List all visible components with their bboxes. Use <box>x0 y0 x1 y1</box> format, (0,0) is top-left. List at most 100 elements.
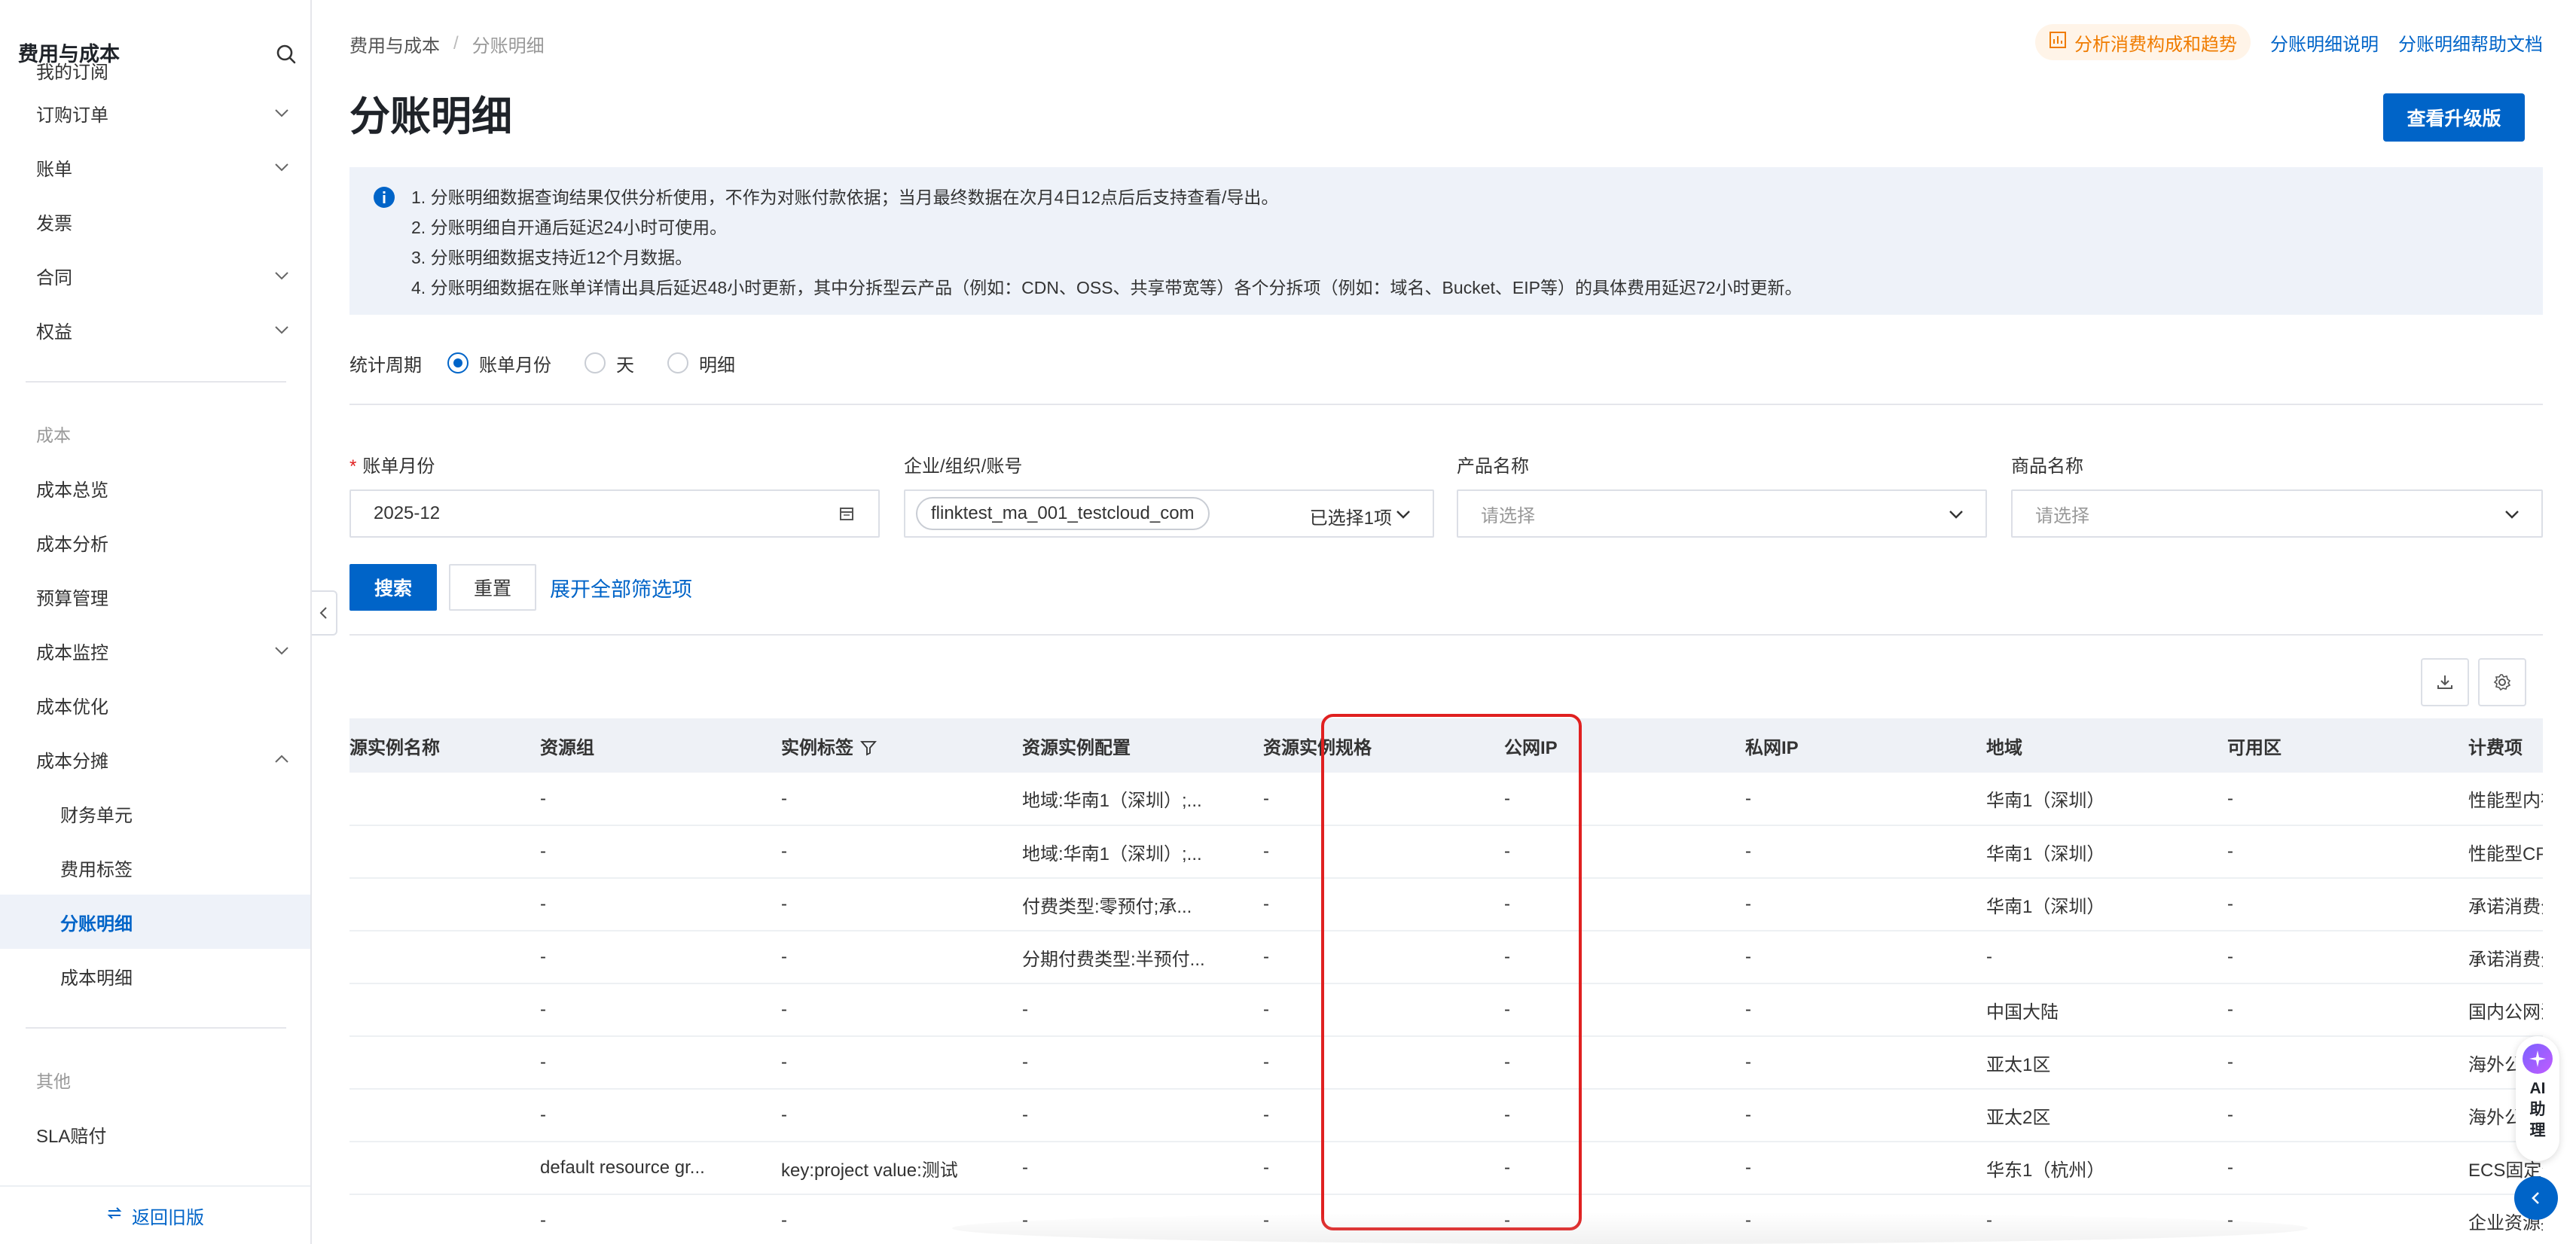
column-header: 资源组 <box>519 718 760 773</box>
explain-link[interactable]: 分账明细说明 <box>2270 29 2379 56</box>
analyze-trend-label: 分析消费构成和趋势 <box>2074 34 2237 55</box>
table-cell: - <box>1242 1089 1483 1142</box>
required-mark: * <box>349 456 357 477</box>
expand-filters-link[interactable]: 展开全部筛选项 <box>550 573 692 602</box>
product-placeholder: 请选择 <box>1481 505 1535 526</box>
table-cell: - <box>1724 878 1965 931</box>
month-picker[interactable]: 2025-12 <box>349 489 880 538</box>
sidebar-item-label: 预算管理 <box>36 588 108 609</box>
sidebar-item-cost-tag[interactable]: 费用标签 <box>0 840 310 895</box>
table-cell: - <box>760 878 1001 931</box>
return-old-version-button[interactable]: 返回旧版 <box>0 1185 310 1244</box>
radio-day[interactable]: 天 <box>584 350 634 377</box>
table-cell: - <box>1965 931 2206 984</box>
table-cell: - <box>1242 1142 1483 1195</box>
chevron-down-icon <box>273 104 291 122</box>
sidebar-item-cost-monitor[interactable]: 成本监控 <box>0 624 310 678</box>
radio-month[interactable]: 账单月份 <box>447 350 551 377</box>
gear-icon <box>2493 674 2511 691</box>
sidebar-item-split-detail[interactable]: 分账明细 <box>0 895 310 949</box>
table-row[interactable]: --付费类型:零预付;承...---华南1（深圳）-承诺消费分 <box>349 878 2543 931</box>
sidebar-item-label: 财务单元 <box>60 805 133 826</box>
month-value: 2025-12 <box>374 503 441 523</box>
column-header: 源实例名称 <box>349 718 519 773</box>
table-cell: - <box>1242 825 1483 879</box>
sidebar-item-finance-unit[interactable]: 财务单元 <box>0 786 310 840</box>
commodity-select[interactable]: 请选择 <box>2011 489 2543 538</box>
sidebar-item-sla[interactable]: SLA赔付 <box>0 1107 310 1161</box>
sidebar-item-cost-optimize[interactable]: 成本优化 <box>0 678 310 732</box>
table-cell <box>349 983 519 1037</box>
sidebar-item-cost-overview[interactable]: 成本总览 <box>0 461 310 515</box>
table-cell: - <box>1724 983 1965 1037</box>
table-cell: 华东1（杭州） <box>1965 1142 2206 1195</box>
filter-account-label: 企业/组织/账号 <box>904 456 1023 477</box>
table-row[interactable]: - - - - - - 亚太2区 - 海外公网 <box>349 1089 2543 1142</box>
table-body: --地域:华南1（深圳）;...---华南1（深圳）-性能型内存--地域:华南1… <box>349 773 2543 1244</box>
table-cell: - <box>1724 1194 1965 1244</box>
search-button[interactable]: 搜索 <box>349 564 437 611</box>
table-cell: - <box>2206 931 2447 984</box>
sidebar-item-orders[interactable]: 订购订单 <box>0 86 310 140</box>
collapse-float-button[interactable] <box>2514 1176 2558 1220</box>
main-content: 费用与成本 / 分账明细 分析消费构成和趋势 分账明细说明 分账明细帮助文档 分… <box>349 0 2543 1244</box>
sidebar-item-cost-analysis[interactable]: 成本分析 <box>0 515 310 569</box>
sidebar-collapse-button[interactable] <box>312 590 337 636</box>
table-cell: - <box>760 825 1001 879</box>
table-row[interactable]: default resource gr... key:project value:… <box>349 1142 2543 1195</box>
analyze-trend-button[interactable]: 分析消费构成和趋势 <box>2035 24 2251 60</box>
filter-month-label-text: 账单月份 <box>362 456 435 477</box>
table-cell: - <box>1724 825 1965 879</box>
table-cell: 承诺消费分 <box>2447 931 2543 984</box>
sidebar-item-label: 发票 <box>36 213 72 234</box>
table-cell: - <box>760 983 1001 1037</box>
table-row[interactable]: --地域:华南1（深圳）;...---华南1（深圳）-性能型CPU <box>349 825 2543 879</box>
table-cell: 亚太2区 <box>1965 1089 2206 1142</box>
product-select[interactable]: 请选择 <box>1457 489 1987 538</box>
ai-assistant-button[interactable]: AI助理 <box>2516 1036 2559 1161</box>
period-selector: 统计周期 账单月份 天 明细 <box>349 345 768 381</box>
sidebar-item-contract[interactable]: 合同 <box>0 248 310 303</box>
chevron-left-icon <box>319 607 327 619</box>
sidebar-item-cost-detail[interactable]: 成本明细 <box>0 949 310 1003</box>
table-cell: - <box>760 931 1001 984</box>
table-cell: - <box>2206 1194 2447 1244</box>
table-cell: - <box>2206 983 2447 1037</box>
table-cell: 性能型CPU <box>2447 825 2543 879</box>
sidebar-item-benefits[interactable]: 权益 <box>0 303 310 357</box>
column-header: 公网IP <box>1483 718 1724 773</box>
table-row[interactable]: --地域:华南1（深圳）;...---华南1（深圳）-性能型内存 <box>349 773 2543 826</box>
table-cell <box>349 1089 519 1142</box>
radio-detail[interactable]: 明细 <box>667 350 735 377</box>
sidebar-item-bills[interactable]: 账单 <box>0 140 310 194</box>
filter-icon[interactable] <box>859 739 877 757</box>
breadcrumb-root[interactable]: 费用与成本 <box>349 31 440 57</box>
sidebar-item-invoice[interactable]: 发票 <box>0 194 310 248</box>
sidebar-item-subscription[interactable]: 我的订阅 <box>0 54 310 86</box>
table-cell: 地域:华南1（深圳）;... <box>1001 825 1242 879</box>
table-cell: 分期付费类型:半预付... <box>1001 931 1242 984</box>
sidebar-item-cost-allocation[interactable]: 成本分摊 <box>0 732 310 786</box>
download-button[interactable] <box>2421 658 2469 706</box>
table-cell: - <box>1483 931 1724 984</box>
radio-checked-icon <box>447 352 469 374</box>
chart-icon <box>2049 31 2067 54</box>
sidebar-divider <box>26 381 286 383</box>
sidebar-item-budget[interactable]: 预算管理 <box>0 569 310 624</box>
table-cell: - <box>2206 1036 2447 1090</box>
table-row[interactable]: --------企业资源报 <box>349 1194 2543 1244</box>
table-row[interactable]: - - - - - - 亚太1区 - 海外公网 <box>349 1036 2543 1090</box>
settings-button[interactable] <box>2478 658 2526 706</box>
account-tag[interactable]: flinktest_ma_001_testcloud_com <box>916 497 1210 530</box>
help-doc-link[interactable]: 分账明细帮助文档 <box>2398 29 2543 56</box>
radio-label: 天 <box>616 355 634 376</box>
reset-button[interactable]: 重置 <box>449 564 536 611</box>
detail-table-container[interactable]: 源实例名称 资源组 实例标签 资源实例配置 资源实例规格 公网IP 私网IP 地… <box>349 718 2543 1244</box>
table-cell: - <box>1483 1089 1724 1142</box>
table-row[interactable]: ------中国大陆-国内公网流 <box>349 983 2543 1037</box>
table-cell: - <box>1242 1036 1483 1090</box>
view-upgrade-button[interactable]: 查看升级版 <box>2383 93 2525 142</box>
chevron-down-icon <box>273 267 291 285</box>
table-row[interactable]: --分期付费类型:半预付...-----承诺消费分 <box>349 931 2543 984</box>
account-select[interactable]: flinktest_ma_001_testcloud_com 已选择1项 <box>904 489 1434 538</box>
